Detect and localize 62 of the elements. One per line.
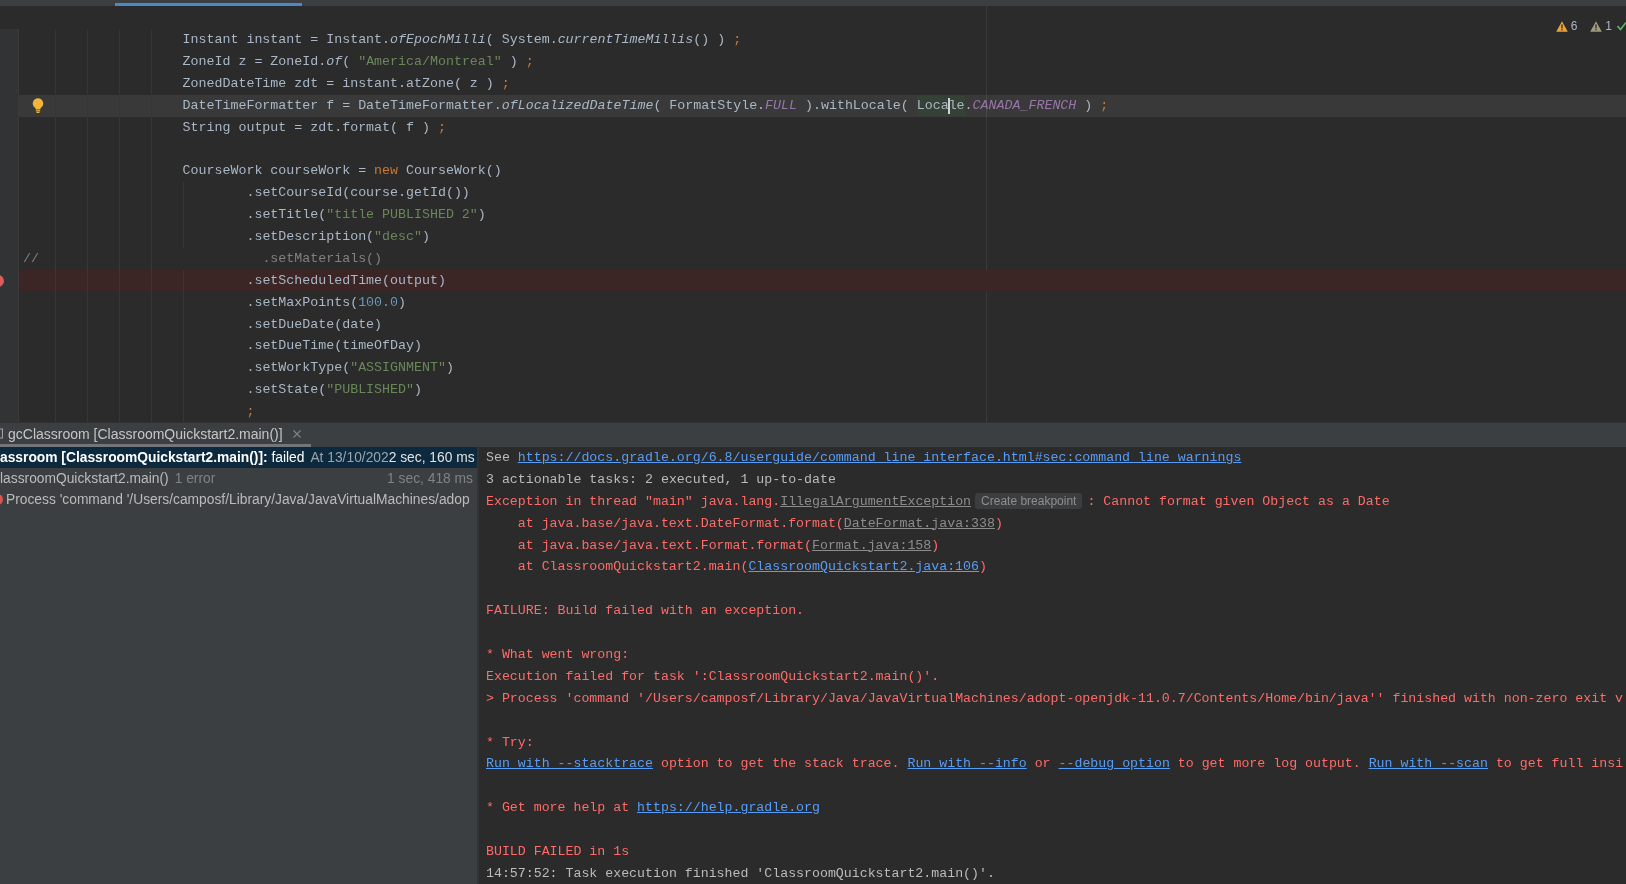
task-duration: 1 sec, 418 ms (387, 471, 473, 486)
code-line: .setState("PUBLISHED") (246, 382, 422, 399)
task-duration: 2 sec, 160 ms (388, 450, 475, 465)
source-link[interactable]: IllegalArgumentException (780, 494, 972, 510)
error-icon (0, 494, 3, 505)
console-output-line: 3 actionable tasks: 2 executed, 1 up-to-date (486, 471, 836, 488)
console-link[interactable]: Run with --scan (1368, 756, 1488, 772)
text-cursor-icon (947, 97, 950, 114)
check-icon[interactable] (1617, 21, 1626, 31)
close-icon[interactable] (292, 429, 301, 438)
code-line: .setMaxPoints(100.0) (246, 294, 407, 311)
warning-count[interactable]: 6 (1555, 19, 1578, 33)
error-output-line: Run with --stacktrace option to get the stack trace. Run with --info or --debug option to get more log output. Run with --scan to get full insi (486, 756, 1624, 773)
console-output-line: See https://docs.gradle.org/6.8/userguide/command_line_interface.html#sec:command_line_warnings (486, 449, 1242, 466)
build-tree-row[interactable]: lassroomQuickstart2.main() 1 error 1 sec, 418 ms (0, 468, 477, 489)
lightbulb-icon[interactable] (32, 97, 44, 113)
error-output-line: Execution failed for task ':ClassroomQuickstart2.main()'. (486, 668, 940, 685)
build-tree-row[interactable]: assroom [ClassroomQuickstart2.main()]: failed At 13/10/2022 sec, 160 ms (0, 447, 477, 468)
error-output-line: Exception in thread "main" java.lang.IllegalArgumentException Create breakpoint : Cannot format given Object as a Date (486, 493, 1390, 511)
error-output-line: * Try: (486, 734, 534, 751)
error-message: Process 'command '/Users/camposf/Library/Java/JavaVirtualMachines/adop (6, 492, 470, 507)
task-title: assroom [ClassroomQuickstart2.main()]: failed (0, 450, 305, 465)
error-output-line: > Process 'command '/Users/camposf/Library/Java/JavaVirtualMachines/adopt-openjdk-11.0.7/Contents/Home/bin/java'' finished with non-zero exit v (486, 690, 1624, 707)
task-detail: At 13/10/202 (310, 450, 389, 465)
code-line: .setDueTime(timeOfDay) (246, 338, 422, 355)
error-output-line: FAILURE: Build failed with an exception. (486, 603, 805, 620)
breakpoint-icon[interactable] (0, 274, 4, 287)
code-line: .setDescription("desc") (246, 228, 430, 245)
console-link[interactable]: Run with --stacktrace (486, 756, 653, 772)
console-link[interactable]: ClassroomQuickstart2.java:106 (748, 559, 979, 575)
error-output-line: * Get more help at https://help.gradle.org (486, 800, 820, 817)
code-line: // .setMaterials() (23, 250, 383, 267)
code-line: .setTitle("title PUBLISHED 2") (246, 207, 486, 224)
error-output-line: * What went wrong: (486, 646, 630, 663)
error-output-line: at java.base/java.text.Format.format(Format.java:158) (517, 537, 940, 554)
console-link[interactable]: Run with --info (907, 756, 1027, 772)
code-line: ; (246, 404, 255, 421)
error-output-line: BUILD FAILED in 1s (486, 843, 630, 860)
inlay-hint-button[interactable]: Create breakpoint (975, 493, 1083, 510)
code-line: ZonedDateTime zdt = instant.atZone( z ) ; (182, 75, 510, 92)
task-title: lassroomQuickstart2.main() (0, 471, 169, 486)
code-line: Instant instant = Instant.ofEpochMilli( System.currentTimeMillis() ) ; (182, 31, 742, 48)
source-link[interactable]: Format.java:158 (812, 537, 932, 553)
error-output-line: at ClassroomQuickstart2.main(ClassroomQuickstart2.java:106) (517, 559, 987, 576)
warning-icon (1590, 20, 1603, 32)
console-link[interactable]: https://help.gradle.org (637, 800, 820, 816)
tab-icon (0, 428, 3, 439)
source-link[interactable]: DateFormat.java:338 (843, 515, 995, 531)
code-line: .setCourseId(course.getId()) (246, 185, 470, 202)
error-output-line: at java.base/java.text.DateFormat.format(DateFormat.java:338) (517, 515, 1003, 532)
warning-count[interactable]: 1 (1590, 19, 1612, 33)
warning-icon (1555, 20, 1568, 32)
build-tree-row[interactable]: Process 'command '/Users/camposf/Library/Java/JavaVirtualMachines/adop (0, 489, 477, 510)
code-line: .setDueDate(date) (246, 316, 383, 333)
code-line: .setWorkType("ASSIGNMENT") (246, 360, 454, 377)
code-line: .setScheduledTime(output) (246, 272, 446, 289)
console-output-line: 14:57:52: Task execution finished 'ClassroomQuickstart2.main()'. (486, 865, 995, 882)
task-detail: 1 error (174, 471, 216, 486)
console-link[interactable]: https://docs.gradle.org/6.8/userguide/command_line_interface.html#sec:command_line_warnings (517, 449, 1242, 465)
code-line: DateTimeFormatter f = DateTimeFormatter.ofLocalizedDateTime( FormatStyle.FULL ).withLocale( Locale.CANADA_FRENCH ) ; (182, 97, 1109, 114)
console-link[interactable]: --debug option (1058, 756, 1170, 772)
code-line: ZoneId z = ZoneId.of( "America/Montreal" ) ; (182, 53, 534, 70)
